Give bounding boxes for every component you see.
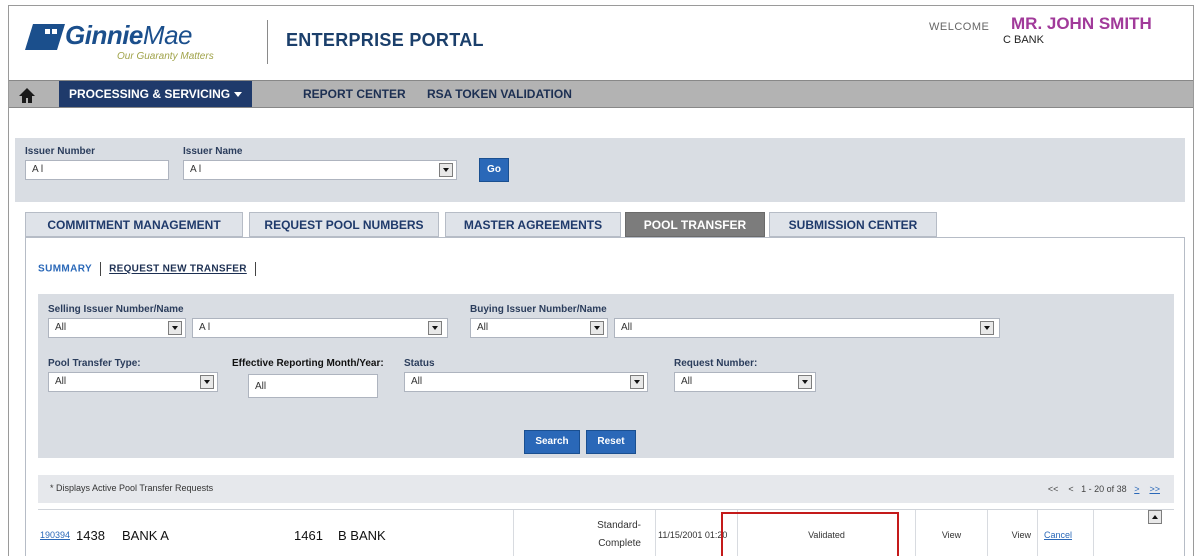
header: GinnieMae Our Guaranty Matters ENTERPRIS… xyxy=(9,6,1193,78)
chevron-down-icon[interactable] xyxy=(439,163,453,177)
nav-label: PROCESSING & SERVICING xyxy=(69,87,231,101)
user-name: MR. JOHN SMITH xyxy=(1011,14,1152,33)
transfer-filters: Selling Issuer Number/Name All A l Buyin… xyxy=(38,294,1174,458)
chevron-down-icon[interactable] xyxy=(630,375,644,389)
home-icon[interactable] xyxy=(17,85,37,105)
pool-transfer-type-select[interactable]: All xyxy=(48,372,218,392)
selling-issuer-label: Selling Issuer Number/Name xyxy=(48,304,184,315)
pager-range: 1 - 20 of 38 xyxy=(1081,484,1127,494)
logo-mark-icon xyxy=(25,24,65,50)
seller-name: BANK A xyxy=(122,527,169,543)
transfer-type-line1: Standard- xyxy=(597,520,641,531)
tab-pool-transfer[interactable]: POOL TRANSFER xyxy=(625,212,765,237)
nav-report-center[interactable]: REPORT CENTER xyxy=(303,81,406,107)
issuer-number-input[interactable]: A l xyxy=(25,160,169,180)
chevron-down-icon[interactable] xyxy=(200,375,214,389)
results-note: * Displays Active Pool Transfer Requests xyxy=(50,483,214,493)
view-button[interactable]: View xyxy=(916,510,988,556)
tab-submission-center[interactable]: SUBMISSION CENTER xyxy=(769,212,937,237)
subnav-request-new-transfer[interactable]: REQUEST NEW TRANSFER xyxy=(109,264,247,275)
issuer-selector: Issuer Number A l Issuer Name A l Go xyxy=(15,138,1185,202)
reset-button[interactable]: Reset xyxy=(586,430,636,454)
table-row: 190394 1438 BANK A 1461 B BANK Standard-… xyxy=(38,509,1174,556)
subnav-divider xyxy=(100,262,102,276)
chevron-down-icon[interactable] xyxy=(980,321,994,335)
view-button[interactable]: View xyxy=(988,510,1038,556)
issuer-name-select[interactable]: A l xyxy=(183,160,457,180)
top-nav: PROCESSING & SERVICING REPORT CENTER RSA… xyxy=(9,80,1193,108)
portal-title: ENTERPRISE PORTAL xyxy=(286,30,484,50)
chevron-down-icon[interactable] xyxy=(428,321,442,335)
chevron-down-icon[interactable] xyxy=(798,375,812,389)
selling-issuer-number-select[interactable]: All xyxy=(48,318,186,338)
issuer-number-label: Issuer Number xyxy=(25,146,96,157)
nav-processing-servicing[interactable]: PROCESSING & SERVICING xyxy=(59,81,253,107)
scroll-up-icon[interactable] xyxy=(1148,510,1162,524)
cancel-link[interactable]: Cancel xyxy=(1044,530,1072,540)
effective-reporting-input[interactable]: All xyxy=(248,374,378,398)
selling-issuer-name-select[interactable]: A l xyxy=(192,318,448,338)
buying-issuer-label: Buying Issuer Number/Name xyxy=(470,304,607,315)
user-org: C BANK xyxy=(1003,34,1044,46)
status-label: Status xyxy=(404,358,435,369)
logo-name-suffix: Mae xyxy=(142,20,193,50)
transfer-type-line2: Complete xyxy=(598,538,641,549)
tab-commitment-management[interactable]: COMMITMENT MANAGEMENT xyxy=(25,212,243,237)
subnav-summary[interactable]: SUMMARY xyxy=(38,264,92,275)
issuer-name-label: Issuer Name xyxy=(183,146,243,157)
welcome-label: WELCOME xyxy=(929,21,990,33)
logo-tagline: Our Guaranty Matters xyxy=(117,51,214,62)
portal-window: GinnieMae Our Guaranty Matters ENTERPRIS… xyxy=(8,5,1194,556)
ginnie-mae-logo[interactable]: GinnieMae Our Guaranty Matters xyxy=(25,20,255,64)
transfer-type: Standard- Complete xyxy=(514,510,656,556)
chevron-down-icon xyxy=(234,92,243,98)
buyer-name: B BANK xyxy=(338,510,514,556)
buying-issuer-number-select[interactable]: All xyxy=(470,318,608,338)
status-value: Validated xyxy=(738,510,916,556)
tab-master-agreements[interactable]: MASTER AGREEMENTS xyxy=(445,212,621,237)
request-number-label: Request Number: xyxy=(674,358,758,369)
seller-number: 1438 xyxy=(76,527,105,543)
buying-issuer-name-select[interactable]: All xyxy=(614,318,1000,338)
pager-last[interactable]: >> xyxy=(1149,484,1160,494)
header-divider xyxy=(267,20,268,64)
pool-transfer-subnav: SUMMARY REQUEST NEW TRANSFER xyxy=(38,262,264,276)
pool-transfer-panel: SUMMARY REQUEST NEW TRANSFER Selling Issu… xyxy=(25,237,1185,556)
effective-date: 11/15/2001 01:20 xyxy=(656,510,738,556)
go-button[interactable]: Go xyxy=(479,158,509,182)
request-number-link[interactable]: 190394 xyxy=(40,530,70,540)
subnav-divider xyxy=(254,262,256,276)
search-button[interactable]: Search xyxy=(524,430,580,454)
buyer-number: 1461 xyxy=(294,527,323,543)
pager-prev[interactable]: < xyxy=(1068,484,1073,494)
chevron-down-icon[interactable] xyxy=(590,321,604,335)
results-header: * Displays Active Pool Transfer Requests… xyxy=(38,475,1174,503)
effective-reporting-label: Effective Reporting Month/Year: xyxy=(232,358,384,369)
status-select[interactable]: All xyxy=(404,372,648,392)
pager-first[interactable]: << xyxy=(1048,484,1059,494)
request-number-select[interactable]: All xyxy=(674,372,816,392)
logo-name: Ginnie xyxy=(65,20,143,50)
chevron-down-icon[interactable] xyxy=(168,321,182,335)
pagination: << < 1 - 20 of 38 > >> xyxy=(1048,484,1160,494)
nav-rsa-token-validation[interactable]: RSA TOKEN VALIDATION xyxy=(427,81,572,107)
tab-request-pool-numbers[interactable]: REQUEST POOL NUMBERS xyxy=(249,212,439,237)
pool-transfer-type-label: Pool Transfer Type: xyxy=(48,358,141,369)
pager-next[interactable]: > xyxy=(1134,484,1139,494)
module-tabs: COMMITMENT MANAGEMENT REQUEST POOL NUMBE… xyxy=(25,212,1193,237)
